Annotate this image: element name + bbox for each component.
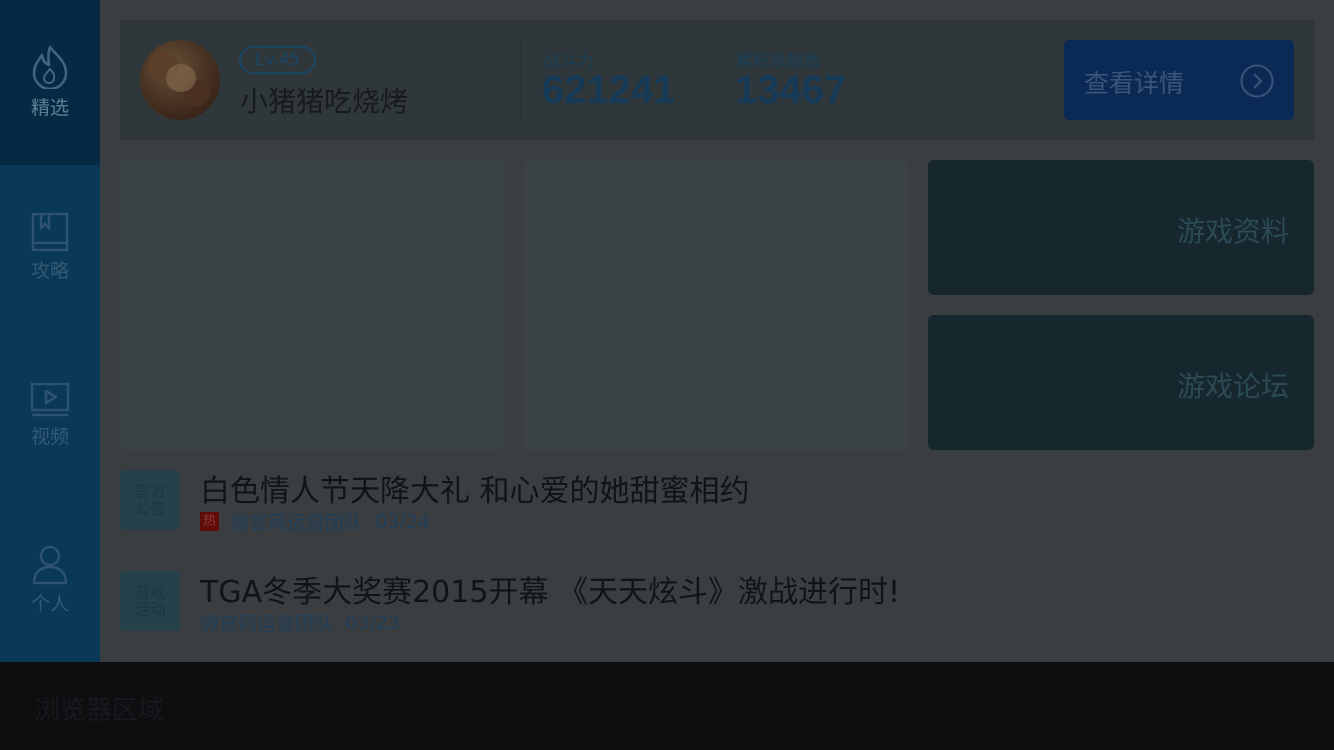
video-play-icon — [30, 382, 70, 417]
sidebar-nav: 精选 攻略 视频 个人 — [0, 0, 100, 662]
news-author: 微官网运营团队 — [200, 613, 334, 635]
game-info-title: 游戏资料 — [1176, 215, 1289, 248]
browser-area-label: 浏览器区域 — [34, 696, 165, 726]
book-icon — [31, 212, 69, 252]
news-meta: 热 微官网运营团队 03/24 — [200, 508, 430, 535]
game-forum-title: 游戏论坛 — [1176, 370, 1289, 403]
list-divider — [120, 651, 1314, 652]
news-item[interactable]: 官方 公告 白色情人节天降大礼 和心爱的她甜蜜相约 热 微官网运营团队 03/2… — [120, 470, 1314, 570]
view-details-button[interactable]: 查看详情 — [1064, 40, 1294, 120]
news-date: 03/23 — [345, 611, 400, 634]
view-details-label: 查看详情 — [1084, 69, 1185, 98]
flame-icon — [32, 45, 68, 89]
news-item[interactable]: 游戏 活动 TGA冬季大奖赛2015开幕 《天天炫斗》激战进行时! 微官网运营团… — [120, 571, 1314, 671]
browser-area-bar: 浏览器区域 — [0, 662, 1334, 750]
hot-badge: 热 — [200, 512, 219, 531]
main-content: Lv.45 小猪猪吃烧烤 战斗力 621241 累积杀敌数 13467 查看详情… — [100, 0, 1334, 662]
category-badge-line: 官方 — [133, 482, 166, 501]
category-badge: 官方 公告 — [120, 470, 180, 530]
level-badge: Lv.45 — [239, 46, 317, 74]
game-info-tile[interactable]: 游戏资料 — [928, 160, 1314, 295]
sidebar-item-label: 个人 — [30, 593, 69, 615]
news-meta: 微官网运营团队 03/23 — [200, 609, 400, 636]
category-badge: 游戏 活动 — [120, 571, 180, 631]
sidebar-item-profile[interactable]: 个人 — [0, 545, 100, 616]
profile-card: Lv.45 小猪猪吃烧烤 战斗力 621241 累积杀敌数 13467 查看详情 — [120, 20, 1314, 140]
sidebar-item-label: 精选 — [30, 97, 69, 119]
news-author: 微官网运营团队 — [230, 512, 364, 534]
person-icon — [32, 545, 68, 585]
banner-tile-2[interactable] — [524, 160, 908, 450]
banner-tile-1[interactable] — [120, 160, 504, 450]
list-divider — [120, 549, 1314, 550]
sidebar-item-label: 视频 — [30, 426, 69, 448]
divider — [520, 40, 521, 120]
sidebar-item-guide[interactable]: 攻略 — [0, 212, 100, 283]
news-date: 03/24 — [375, 510, 430, 533]
sidebar-item-label: 攻略 — [30, 260, 69, 282]
sidebar-item-video[interactable]: 视频 — [0, 382, 100, 449]
chevron-right-circle-icon — [1240, 64, 1274, 98]
player-nickname: 小猪猪吃烧烤 — [240, 85, 409, 118]
avatar[interactable] — [140, 40, 220, 120]
kill-count-value: 13467 — [735, 68, 847, 112]
combat-power-value: 621241 — [542, 68, 676, 112]
news-title[interactable]: 白色情人节天降大礼 和心爱的她甜蜜相约 — [200, 466, 750, 510]
category-badge-line: 公告 — [133, 499, 166, 518]
category-badge-line: 游戏 — [133, 583, 166, 602]
game-forum-tile[interactable]: 游戏论坛 — [928, 315, 1314, 450]
sidebar-item-featured[interactable]: 精选 — [0, 0, 100, 165]
category-badge-line: 活动 — [133, 600, 166, 619]
news-title[interactable]: TGA冬季大奖赛2015开幕 《天天炫斗》激战进行时! — [200, 567, 900, 611]
